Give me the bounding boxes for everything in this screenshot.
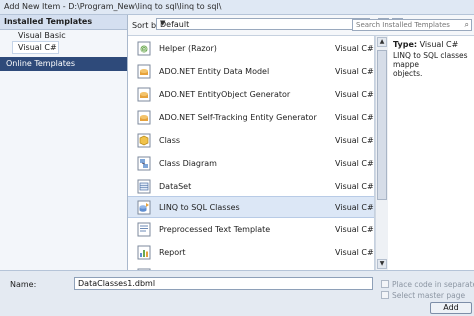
template-language: Visual C# [335, 44, 374, 53]
place-code-checkbox[interactable] [381, 280, 389, 288]
template-name: ADO.NET Entity Data Model [159, 67, 270, 76]
template-item[interactable]: Class Visual C# [128, 130, 374, 152]
template-list: @ Helper (Razor) Visual C# ADO.NET Entit… [128, 36, 375, 270]
category-visual-csharp[interactable]: Visual C# [12, 41, 59, 54]
bottom-panel: Name: Place code in separate file Select… [0, 270, 474, 316]
search-icon[interactable]: ⌕ [465, 20, 469, 30]
search-box[interactable]: ⌕ [352, 19, 472, 31]
chevron-down-icon: ▼ [160, 19, 166, 27]
template-name: Class [159, 136, 181, 145]
self-tracking-generator-icon [137, 110, 151, 125]
template-item[interactable]: Report Visual C# [128, 242, 374, 264]
template-item[interactable]: ADO.NET EntityObject Generator Visual C# [128, 84, 374, 106]
online-templates-header[interactable]: Online Templates [0, 57, 127, 71]
window-title: Add New Item - D:\Program_New\linq to sq… [4, 2, 222, 11]
template-language: Visual C# [335, 113, 374, 122]
template-item[interactable]: Preprocessed Text Template Visual C# [128, 219, 374, 241]
select-master-page-checkbox[interactable] [381, 291, 389, 299]
scroll-down-arrow-icon[interactable]: ▼ [377, 259, 387, 269]
template-list-scrollbar[interactable]: ▲ ▼ [375, 36, 388, 270]
template-language: Visual C# [335, 248, 374, 257]
template-language: Visual C# [335, 225, 374, 234]
template-language: Visual C# [335, 90, 374, 99]
name-input[interactable] [74, 277, 373, 290]
category-visual-basic[interactable]: Visual Basic [0, 30, 127, 41]
template-name: DataSet [159, 182, 192, 191]
entity-data-model-icon [137, 64, 151, 79]
class-diagram-icon [137, 156, 151, 171]
template-info-pane: Type: Visual C# LINQ to SQL classes mapp… [388, 36, 474, 270]
template-name: ADO.NET Self-Tracking Entity Generator [159, 113, 317, 122]
add-button[interactable]: Add [430, 302, 472, 314]
title-bar: Add New Item - D:\Program_New\linq to sq… [0, 0, 474, 15]
dataset-icon [137, 179, 151, 194]
template-item[interactable]: @ Helper (Razor) Visual C# [128, 38, 374, 60]
template-language: Visual C# [335, 182, 374, 191]
text-template-icon [137, 222, 151, 237]
template-name: LINQ to SQL Classes [159, 203, 240, 212]
template-language: Visual C# [335, 159, 374, 168]
sort-dropdown[interactable]: Default ▼ [156, 18, 370, 30]
template-name: Preprocessed Text Template [159, 225, 271, 234]
place-code-label: Place code in separate file [392, 280, 474, 289]
template-name: ADO.NET EntityObject Generator [159, 90, 291, 99]
template-item[interactable]: ADO.NET Self-Tracking Entity Generator V… [128, 107, 374, 129]
installed-templates-header[interactable]: Installed Templates [0, 15, 127, 30]
select-master-page-label: Select master page [392, 291, 466, 300]
template-language: Visual C# [335, 203, 374, 212]
search-input[interactable] [353, 20, 460, 30]
type-value: Visual C# [419, 40, 459, 49]
report-icon [137, 245, 151, 260]
name-label: Name: [10, 280, 37, 289]
razor-helper-icon: @ [137, 41, 151, 56]
template-name: Report [159, 248, 186, 257]
svg-text:@: @ [141, 46, 147, 53]
scroll-thumb[interactable] [377, 50, 387, 200]
entity-generator-icon [137, 87, 151, 102]
template-name: Class Diagram [159, 159, 217, 168]
template-description: LINQ to SQL classes mappe objects. [393, 51, 468, 78]
template-item[interactable]: ADO.NET Entity Data Model Visual C# [128, 61, 374, 83]
template-language: Visual C# [335, 67, 374, 76]
template-categories-pane: Installed Templates Visual Basic Visual … [0, 15, 128, 270]
template-item[interactable]: Class Diagram Visual C# [128, 153, 374, 175]
template-item[interactable]: DataSet Visual C# [128, 176, 374, 198]
type-label: Type: [393, 40, 418, 49]
class-icon [137, 133, 151, 148]
linq-to-sql-icon [137, 200, 151, 215]
template-type: Type: Visual C# [393, 40, 458, 49]
template-language: Visual C# [335, 136, 374, 145]
template-item-selected[interactable]: LINQ to SQL Classes Visual C# [128, 196, 374, 218]
scroll-up-arrow-icon[interactable]: ▲ [377, 37, 387, 47]
template-name: Helper (Razor) [159, 44, 217, 53]
